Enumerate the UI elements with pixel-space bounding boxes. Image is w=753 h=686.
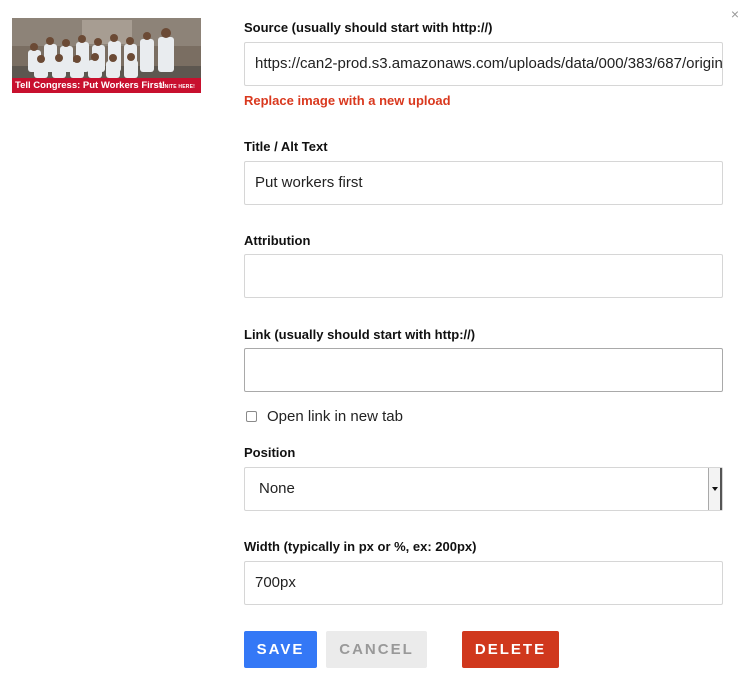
attribution-label: Attribution	[244, 233, 311, 248]
title-input[interactable]: Put workers first	[244, 161, 723, 205]
link-input[interactable]	[244, 348, 723, 392]
delete-button[interactable]: DELETE	[462, 631, 559, 668]
width-input[interactable]: 700px	[244, 561, 723, 605]
source-label: Source (usually should start with http:/…	[244, 20, 493, 35]
position-label: Position	[244, 445, 296, 460]
replace-image-link[interactable]: Replace image with a new upload	[244, 93, 451, 108]
image-thumbnail: Tell Congress: Put Workers First! UNITE …	[12, 18, 201, 93]
link-label: Link (usually should start with http://)	[244, 327, 476, 342]
position-select[interactable]: None	[244, 467, 723, 511]
new-tab-label: Open link in new tab	[267, 407, 403, 425]
image-properties-dialog: × Tell Congress: Put Workers First! UNIT…	[0, 0, 753, 686]
position-selected-value: None	[259, 480, 295, 497]
thumbnail-logo: UNITE HERE!	[160, 84, 195, 90]
attribution-input[interactable]	[244, 254, 723, 298]
save-button[interactable]: SAVE	[244, 631, 317, 668]
close-icon[interactable]: ×	[731, 7, 739, 21]
source-input[interactable]: https://can2-prod.s3.amazonaws.com/uploa…	[244, 42, 723, 86]
cancel-button[interactable]: CANCEL	[326, 631, 427, 668]
new-tab-option[interactable]: Open link in new tab	[244, 407, 403, 425]
title-label: Title / Alt Text	[244, 139, 328, 154]
chevron-down-icon[interactable]	[708, 468, 722, 510]
new-tab-checkbox[interactable]	[246, 410, 257, 422]
width-label: Width (typically in px or %, ex: 200px)	[244, 539, 477, 554]
